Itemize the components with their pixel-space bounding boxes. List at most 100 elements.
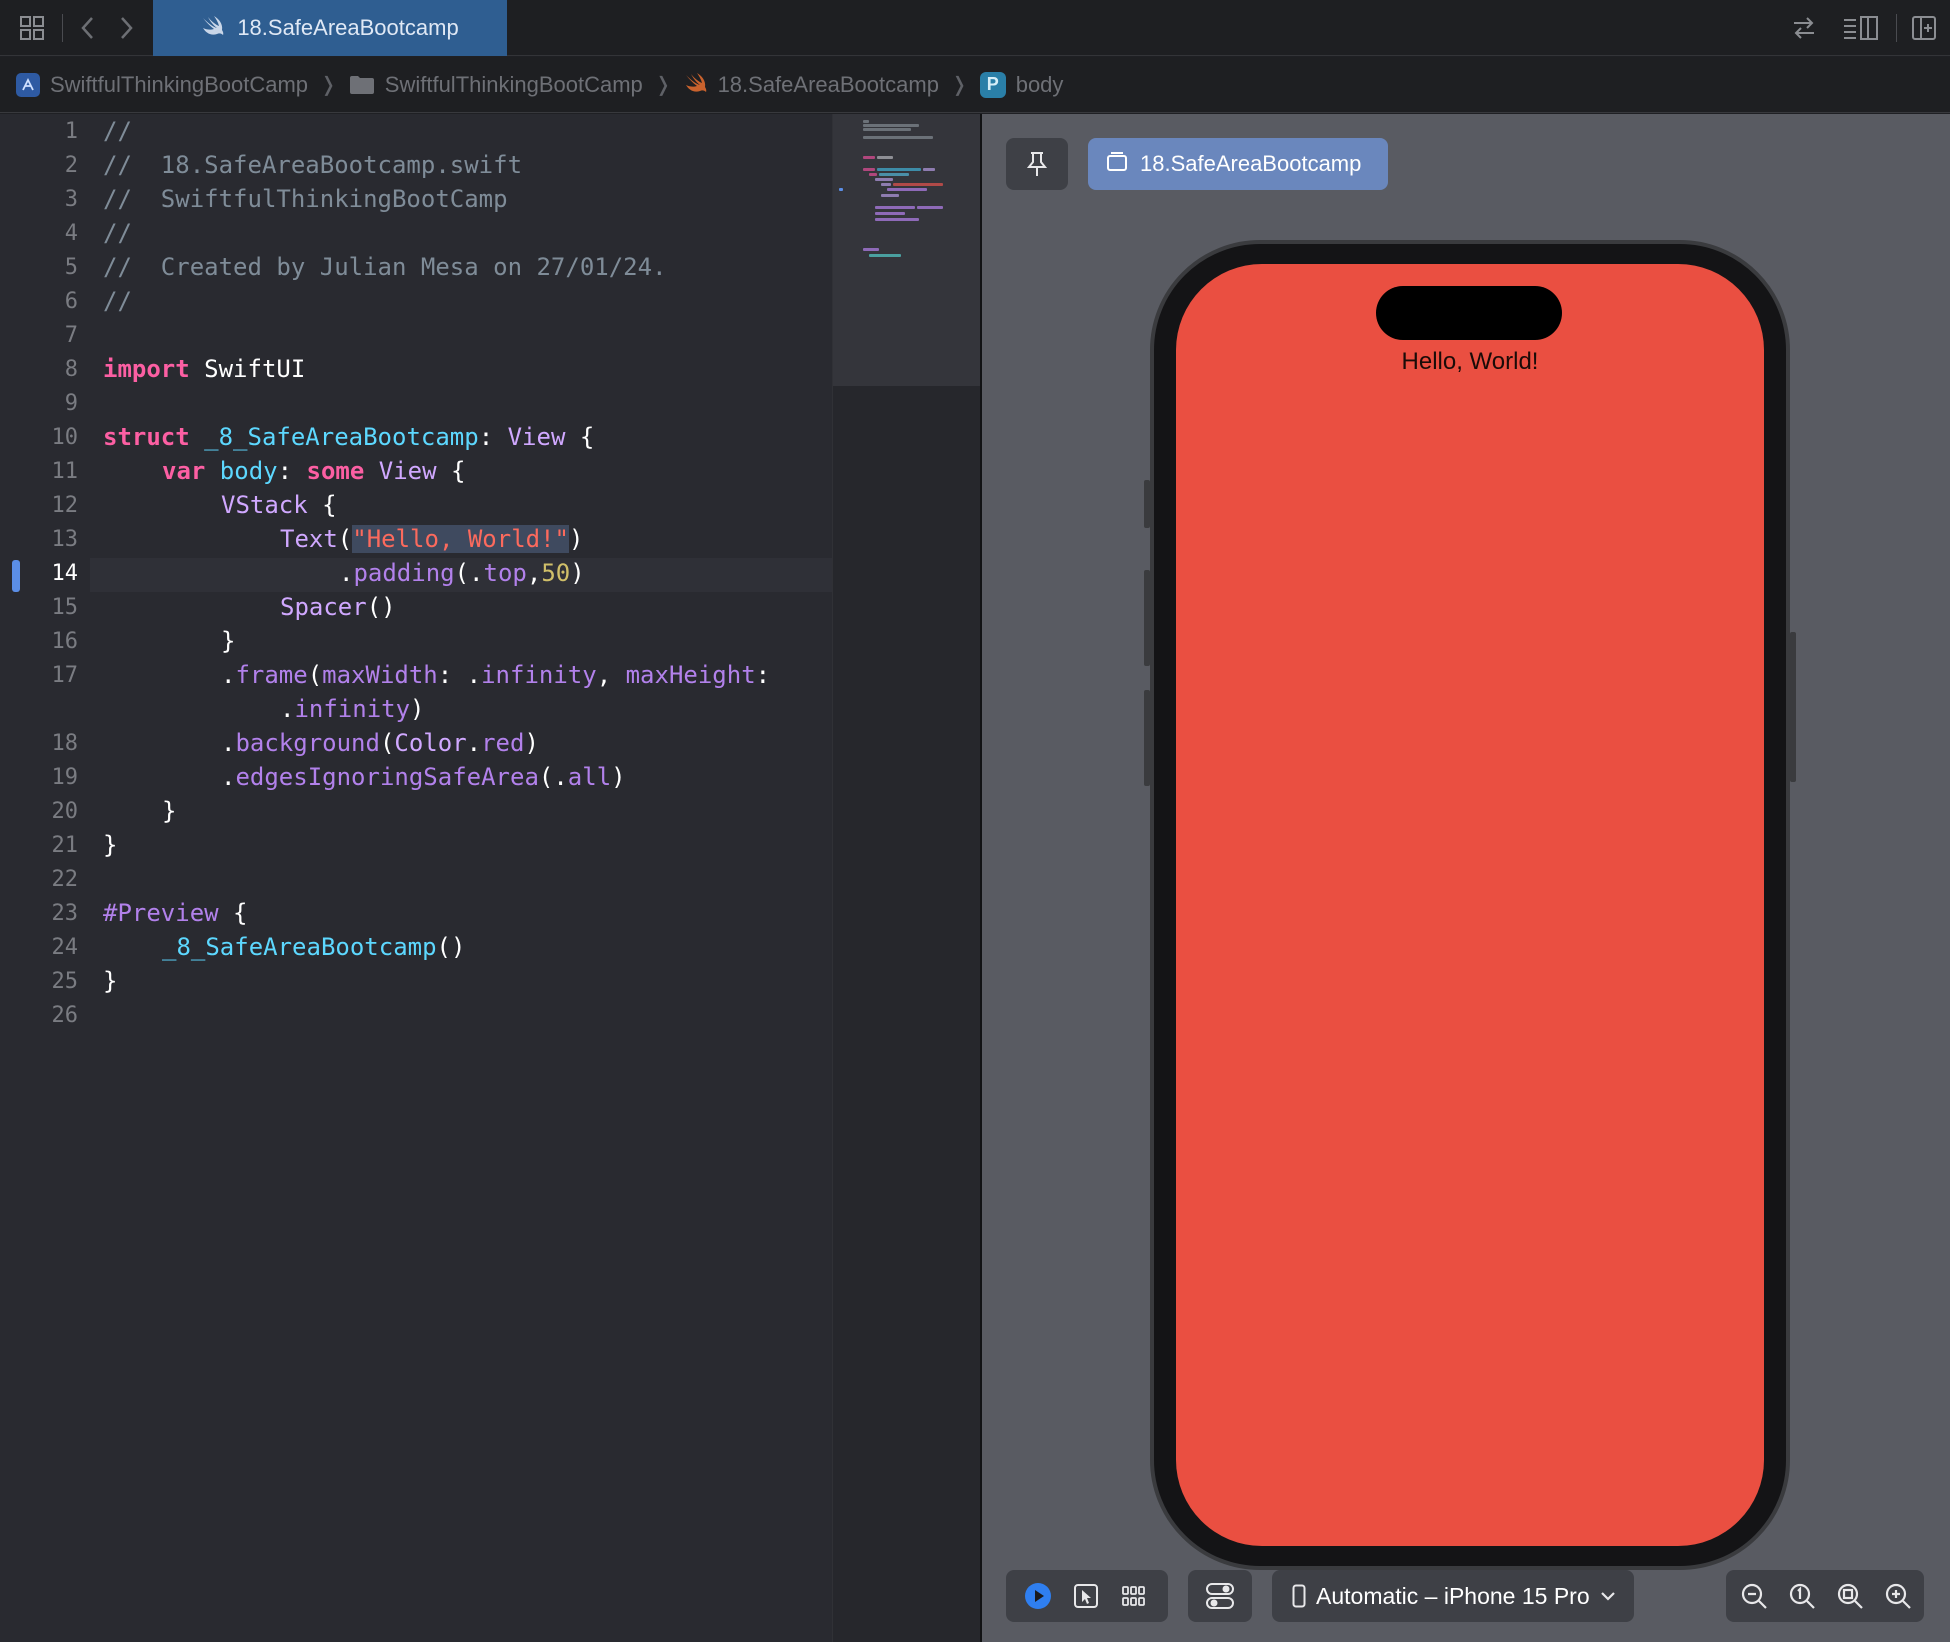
code-line: // [103, 219, 132, 247]
line-number: 19 [51, 765, 79, 790]
line-number: 11 [51, 459, 79, 484]
zoom-out-icon [1741, 1583, 1767, 1609]
code-line: } [162, 797, 177, 825]
pin-icon [1026, 152, 1048, 176]
toggle-switches-icon [1206, 1583, 1234, 1609]
code-line: .frame(maxWidth: .infinity, maxHeight: [221, 661, 771, 689]
chevron-right-icon: ❭ [320, 74, 337, 96]
preview-tab-label: 18.SafeAreaBootcamp [1140, 151, 1362, 176]
code-line: struct _8_SafeAreaBootcamp: View { [103, 423, 595, 451]
code-editor[interactable]: 1 2 3 4 5 6 7 8 9 10 11 12 13 14 15 16 1… [0, 114, 832, 1642]
add-editor-icon[interactable] [1908, 12, 1940, 44]
phone-screen[interactable]: Hello, World! [1176, 264, 1764, 1546]
line-number: 8 [64, 357, 78, 382]
grid-icon[interactable] [16, 12, 48, 44]
chevron-right-icon: ❭ [950, 74, 968, 96]
breadcrumb-folder[interactable]: SwiftfulThinkingBootCamp [349, 72, 643, 98]
line-number: 10 [51, 425, 79, 450]
grid-dots-icon [1122, 1586, 1145, 1606]
canvas-settings-button[interactable] [1188, 1570, 1252, 1622]
line-number: 17 [51, 663, 79, 688]
preview-stack-icon [1106, 150, 1128, 178]
line-number: 25 [51, 969, 79, 994]
code-line: } [103, 967, 118, 995]
code-line: VStack { [221, 491, 337, 519]
inspector-layout-icon[interactable] [1840, 12, 1882, 44]
breadcrumb: SwiftfulThinkingBootCamp ❭ SwiftfulThink… [0, 57, 1950, 113]
iphone-frame: Hello, World! [1150, 240, 1790, 1570]
line-number: 20 [51, 799, 79, 824]
code-line: .edgesIgnoringSafeArea(.all) [221, 763, 626, 791]
line-number: 3 [64, 187, 78, 212]
minimap[interactable] [832, 114, 981, 1642]
swift-icon [201, 14, 225, 42]
chevron-right-icon: ❭ [654, 74, 672, 96]
tab-label: 18.SafeAreaBootcamp [237, 15, 459, 40]
code-line: // Created by Julian Mesa on 27/01/24. [103, 253, 667, 281]
device-selector[interactable]: Automatic – iPhone 15 Pro [1272, 1570, 1634, 1622]
line-number: 16 [51, 629, 79, 654]
cursor-select-icon [1074, 1584, 1098, 1608]
line-number: 2 [64, 153, 78, 178]
iphone-icon [1292, 1584, 1306, 1608]
code-line: // [103, 117, 132, 145]
line-number: 12 [51, 493, 79, 518]
breadcrumb-file[interactable]: 18.SafeAreaBootcamp [684, 71, 939, 99]
chevron-down-icon [1600, 1592, 1615, 1601]
code-line: Text("Hello, World!") [280, 525, 584, 553]
hello-world-text: Hello, World! [1401, 348, 1539, 375]
line-number: 15 [51, 595, 79, 620]
code-line: // 18.SafeAreaBootcamp.swift [103, 151, 523, 179]
code-line: } [103, 831, 118, 859]
minimap-viewport[interactable] [833, 114, 981, 386]
line-number: 7 [64, 323, 78, 348]
line-number: 5 [64, 255, 78, 280]
code-line: // SwiftfulThinkingBootCamp [103, 185, 508, 213]
code-line: _8_SafeAreaBootcamp() [162, 933, 466, 961]
swap-arrows-icon[interactable] [1788, 12, 1820, 44]
code-line-current: .padding(.top,50) [339, 559, 585, 587]
chevron-left-icon[interactable] [72, 12, 104, 44]
phone-power-button [1790, 632, 1796, 782]
code-line-wrapped: .infinity) [280, 695, 425, 723]
line-number: 24 [51, 935, 79, 960]
string-literal: "Hello, World!" [352, 525, 569, 553]
chevron-right-icon[interactable] [110, 12, 142, 44]
line-number: 9 [64, 391, 78, 416]
tab-18-safeareabootcamp[interactable]: 18.SafeAreaBootcamp [153, 0, 507, 56]
code-line: #Preview { [103, 899, 248, 927]
breadcrumb-folder-label: SwiftfulThinkingBootCamp [384, 71, 643, 97]
pin-preview-button[interactable] [1006, 138, 1068, 190]
zoom-out-button[interactable] [1730, 1570, 1778, 1622]
xcode-project-icon [16, 72, 40, 97]
code-text[interactable]: // // 18.SafeAreaBootcamp.swift // Swift… [103, 114, 770, 995]
device-selector-label: Automatic – iPhone 15 Pro [1316, 1582, 1590, 1609]
zoom-to-fit-button[interactable] [1826, 1570, 1874, 1622]
line-number: 6 [64, 289, 78, 314]
zoom-actual-size-button[interactable] [1778, 1570, 1826, 1622]
breadcrumb-file-label: 18.SafeAreaBootcamp [717, 71, 939, 97]
selectable-mode-button[interactable] [1062, 1570, 1110, 1622]
line-number: 26 [51, 1003, 79, 1028]
zoom-in-button[interactable] [1874, 1570, 1922, 1622]
code-line: import SwiftUI [103, 355, 306, 383]
play-circle-icon [1025, 1583, 1051, 1609]
code-line: } [221, 627, 236, 655]
line-number: 4 [64, 221, 78, 246]
preview-tab[interactable]: 18.SafeAreaBootcamp [1088, 138, 1388, 190]
code-line: Spacer() [280, 593, 396, 621]
preview-mode-controls [1006, 1570, 1168, 1622]
breadcrumb-project[interactable]: SwiftfulThinkingBootCamp [16, 72, 308, 98]
variants-button[interactable] [1110, 1570, 1158, 1622]
zoom-in-icon [1885, 1583, 1911, 1609]
line-number: 13 [51, 527, 79, 552]
line-number: 23 [51, 901, 79, 926]
divider [1896, 14, 1897, 42]
swift-file-icon [684, 71, 708, 99]
live-mode-button[interactable] [1014, 1570, 1062, 1622]
breadcrumb-symbol[interactable]: P body [979, 71, 1063, 98]
folder-icon [349, 75, 375, 95]
code-line: // [103, 287, 132, 315]
line-number: 1 [64, 119, 78, 144]
zoom-controls [1726, 1570, 1924, 1622]
